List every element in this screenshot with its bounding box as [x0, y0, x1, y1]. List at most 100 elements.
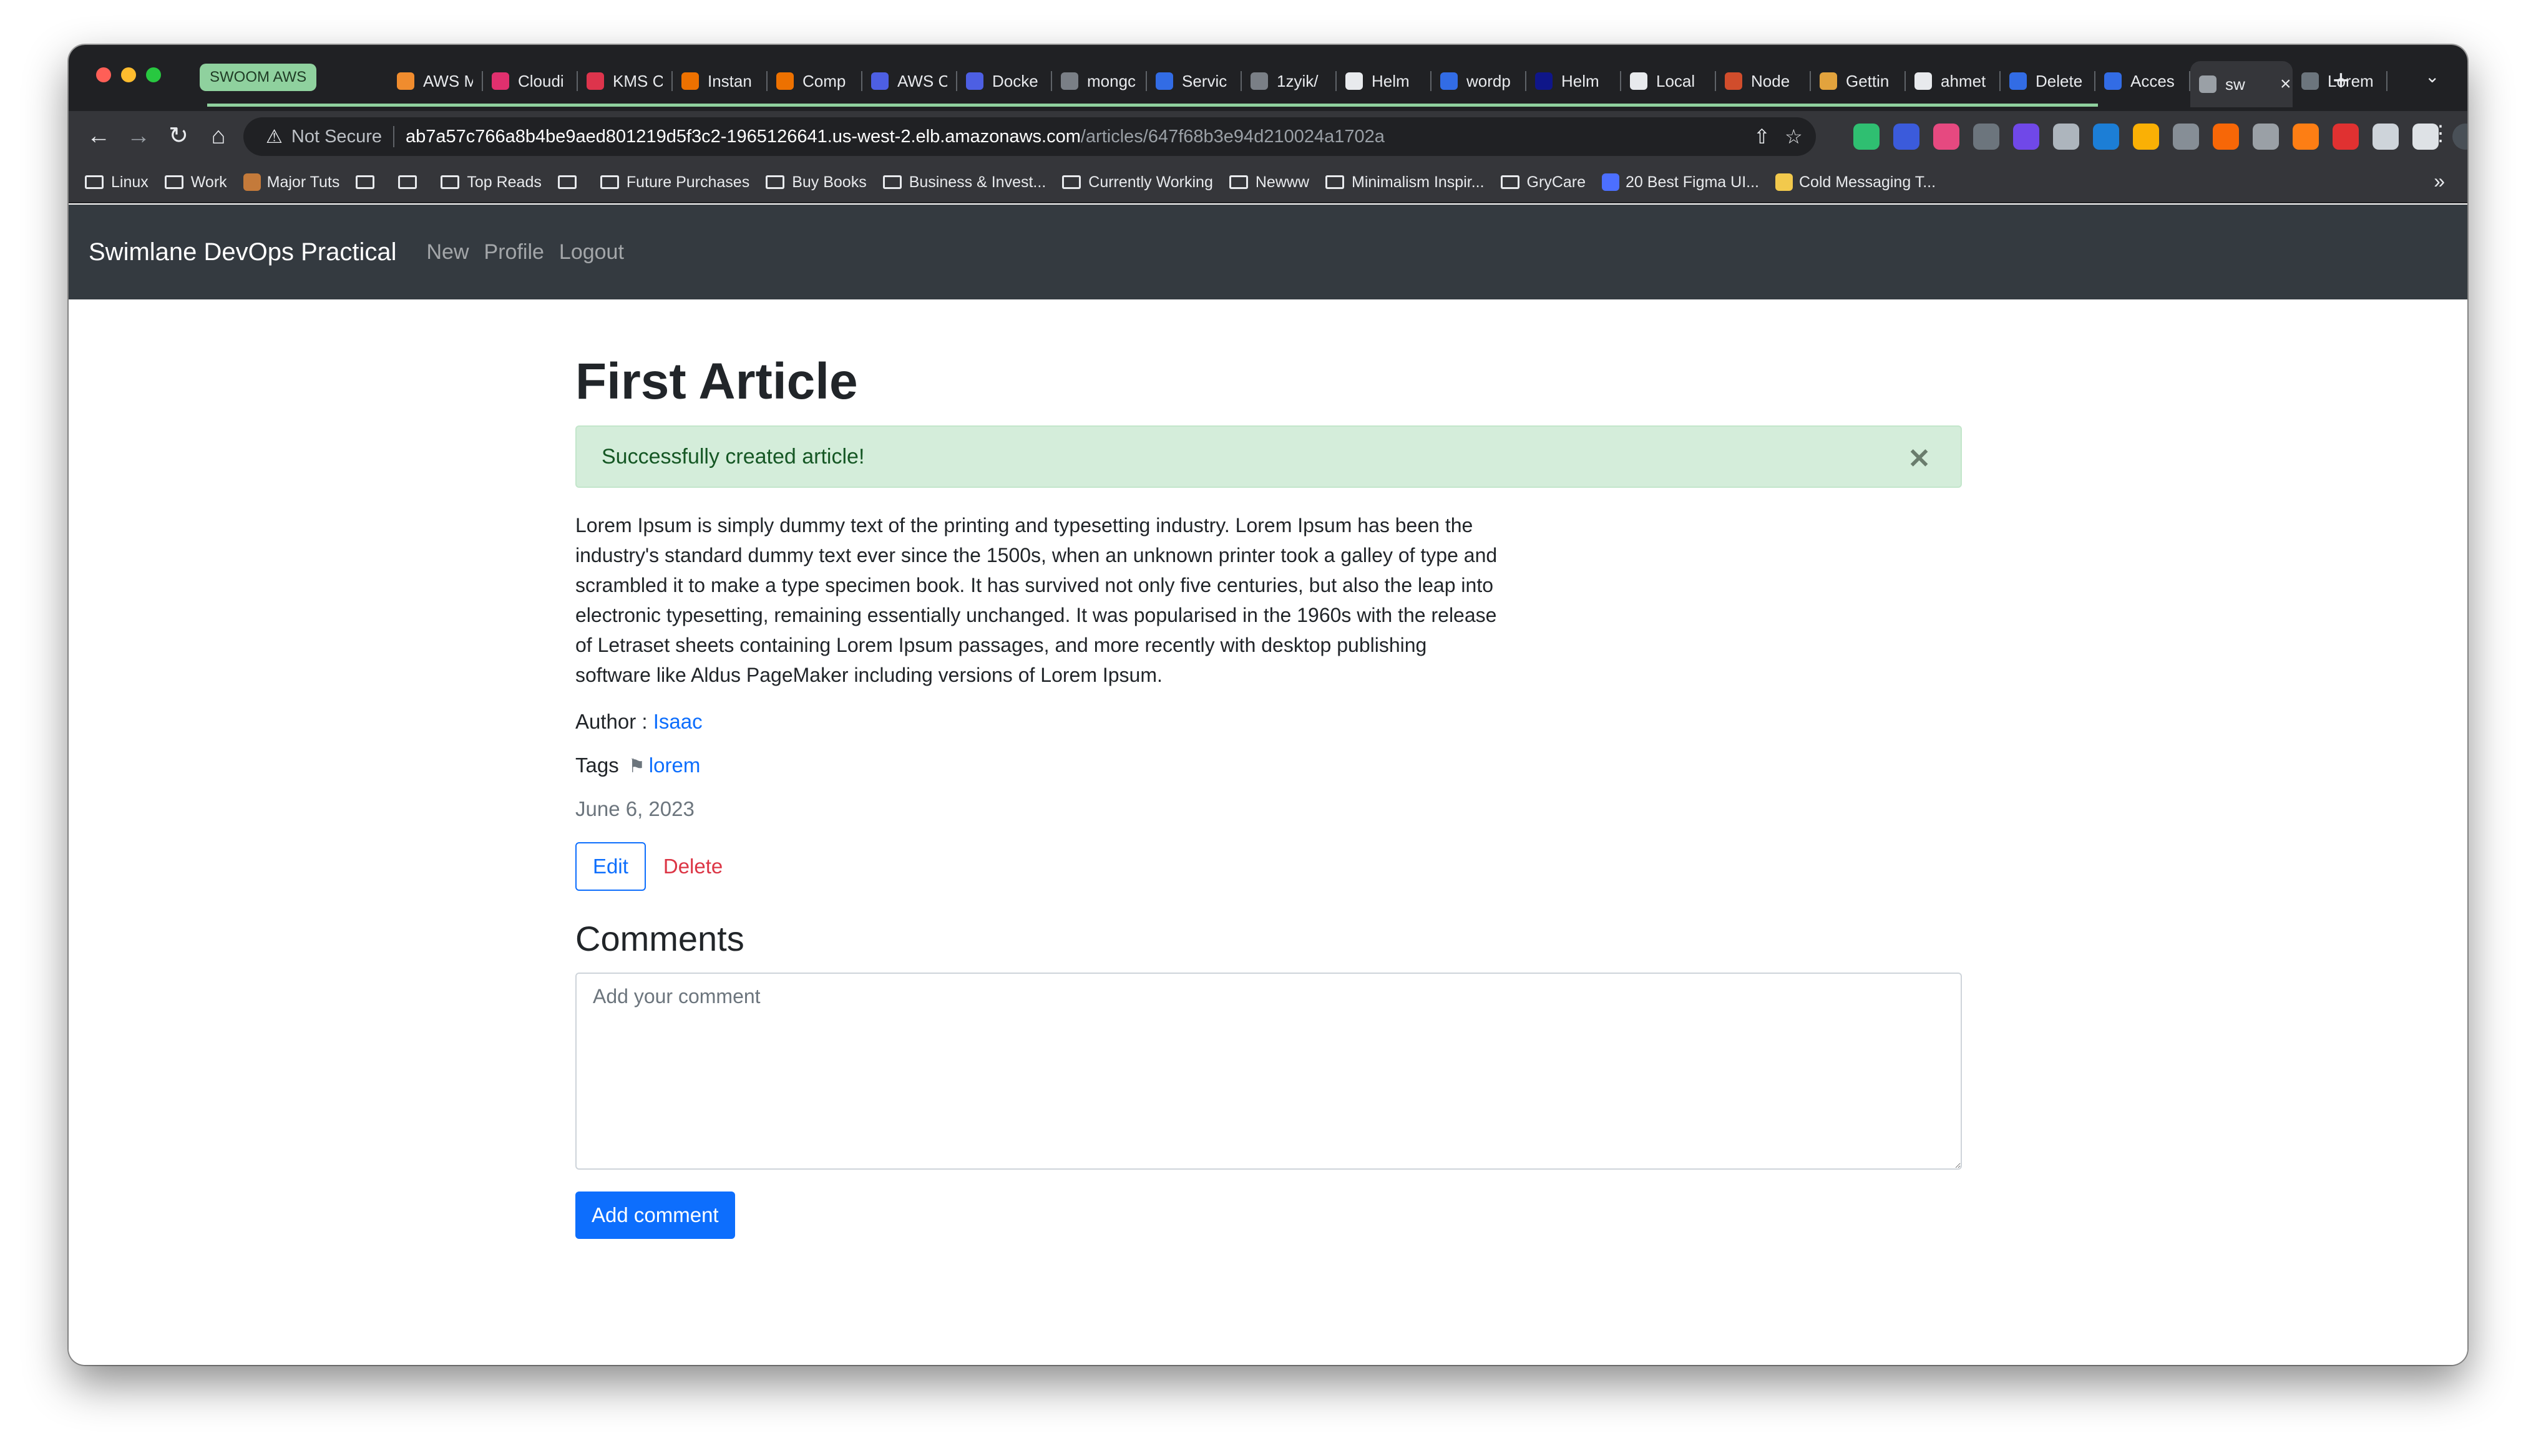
security-status-label[interactable]: Not Secure	[291, 127, 382, 147]
edit-button[interactable]: Edit	[575, 842, 646, 891]
extension-icon[interactable]	[2053, 124, 2079, 150]
extension-icon[interactable]	[2133, 124, 2159, 150]
tab-favicon-icon	[1820, 72, 1837, 90]
browser-tab[interactable]: 1zyik/	[1242, 61, 1337, 101]
browser-tab[interactable]: KMS C	[578, 61, 673, 101]
new-tab-button[interactable]: +	[2333, 62, 2349, 97]
browser-tab[interactable]: Helm	[1337, 61, 1431, 101]
browser-tab[interactable]: Local	[1621, 61, 1716, 101]
tab-group-chip[interactable]: SWOOM AWS	[200, 64, 317, 91]
tab-close-icon[interactable]: ×	[2280, 74, 2291, 95]
url-path[interactable]: /articles/647f68b3e94d210024a1702a	[1081, 127, 1385, 147]
extension-icon[interactable]	[1973, 124, 1999, 150]
url-host[interactable]: ab7a57c766a8b4be9aed801219d5f3c2-1965126…	[406, 127, 1081, 147]
author-link[interactable]: Isaac	[653, 710, 703, 733]
extension-icon[interactable]	[1853, 124, 1880, 150]
page-viewport: Swimlane DevOps Practical New Profile Lo…	[69, 205, 2467, 1365]
bookmark-item[interactable]: Linux	[85, 173, 149, 192]
back-arrow-icon[interactable]: ←	[82, 120, 115, 152]
bookmark-label: Major Tuts	[266, 173, 340, 191]
extension-icon[interactable]	[2093, 124, 2119, 150]
delete-button[interactable]: Delete	[663, 842, 723, 891]
browser-tab[interactable]: AWS M	[388, 61, 483, 101]
bookmarks-overflow-icon[interactable]: »	[2434, 170, 2445, 193]
browser-tab[interactable]: wordp	[1431, 61, 1526, 101]
tab-label: Docke	[992, 71, 1038, 90]
bookmark-label: Currently Working	[1088, 173, 1213, 191]
browser-tab[interactable]: Acces	[2095, 61, 2190, 101]
extension-icon[interactable]	[2013, 124, 2039, 150]
bookmark-item[interactable]	[398, 175, 424, 189]
puzzle-icon[interactable]	[2373, 124, 2399, 150]
profile-avatar-icon[interactable]	[2452, 124, 2467, 150]
bookmark-item[interactable]: Future Purchases	[600, 173, 749, 192]
window-minimize-button[interactable]	[121, 67, 136, 82]
folder-icon	[1500, 175, 1519, 189]
browser-tab[interactable]: AWS C	[862, 61, 957, 101]
browser-tab[interactable]: Gettin	[1811, 61, 1906, 101]
tab-label: Local	[1656, 71, 1695, 90]
browser-tab[interactable]: Docke	[957, 61, 1052, 101]
tab-search-chevron-icon[interactable]: ⌄	[2425, 66, 2439, 87]
bookmark-item[interactable]: 20 Best Figma UI...	[1602, 173, 1759, 192]
extension-icon[interactable]	[2173, 124, 2199, 150]
bookmark-item[interactable]	[356, 175, 382, 189]
browser-tab[interactable]: Node	[1716, 61, 1811, 101]
extension-icon[interactable]	[1933, 124, 1959, 150]
extension-icon[interactable]	[2333, 124, 2359, 150]
bookmark-item[interactable]: Work	[164, 173, 227, 192]
bookmark-item[interactable]: Currently Working	[1062, 173, 1213, 192]
browser-tab[interactable]: Comp	[768, 61, 862, 101]
tab-label: Servic	[1182, 71, 1227, 90]
address-bar[interactable]: ⚠ Not Secure ab7a57c766a8b4be9aed801219d…	[243, 117, 1816, 156]
bookmark-item[interactable]: Newww	[1229, 173, 1309, 192]
bookmark-label: 20 Best Figma UI...	[1626, 173, 1759, 191]
comment-input[interactable]	[575, 973, 1962, 1170]
nav-link-logout[interactable]: Logout	[559, 240, 624, 265]
add-comment-button[interactable]: Add comment	[575, 1191, 735, 1239]
tab-favicon-icon	[1251, 72, 1268, 90]
folder-icon	[398, 175, 417, 189]
forward-arrow-icon[interactable]: →	[122, 120, 155, 152]
bookmark-item[interactable]: Top Reads	[441, 173, 542, 192]
extension-icon[interactable]	[2213, 124, 2239, 150]
bookmark-item[interactable]: Minimalism Inspir...	[1325, 173, 1485, 192]
browser-tab[interactable]: sw ×	[2190, 61, 2293, 107]
warning-triangle-icon[interactable]: ⚠	[266, 126, 283, 148]
close-icon[interactable]: ✕	[1908, 443, 1931, 475]
bookmark-star-icon[interactable]: ☆	[1785, 125, 1803, 148]
bookmark-item[interactable]: Buy Books	[766, 173, 867, 192]
browser-tab[interactable]: Servic	[1147, 61, 1242, 101]
window-close-button[interactable]	[96, 67, 111, 82]
nav-link-new[interactable]: New	[427, 240, 469, 265]
browser-tab[interactable]: ahmet	[1906, 61, 2001, 101]
tab-label: Cloudi	[518, 71, 564, 90]
tab-label: Helm	[1561, 71, 1599, 90]
folder-icon	[882, 175, 902, 189]
bookmark-item[interactable]: Major Tuts	[243, 173, 340, 192]
bookmark-item[interactable]: Cold Messaging T...	[1775, 173, 1936, 192]
tag-link[interactable]: lorem	[649, 754, 701, 777]
bookmark-item[interactable]: GryCare	[1500, 173, 1586, 192]
browser-tab[interactable]: Delete	[2001, 61, 2095, 101]
window-maximize-button[interactable]	[146, 67, 161, 82]
bookmark-label: Cold Messaging T...	[1798, 173, 1936, 191]
tab-favicon-icon	[587, 72, 604, 90]
browser-menu-icon[interactable]: ⋮	[2430, 121, 2451, 146]
extension-icons	[1853, 124, 2467, 150]
share-icon[interactable]: ⇧	[1753, 125, 1770, 148]
bookmark-label: Buy Books	[792, 173, 867, 191]
browser-tab[interactable]: Instan	[673, 61, 768, 101]
site-brand[interactable]: Swimlane DevOps Practical	[89, 238, 397, 266]
extension-icon[interactable]	[2293, 124, 2319, 150]
browser-tab[interactable]: Helm	[1526, 61, 1621, 101]
browser-tab[interactable]: Cloudi	[483, 61, 578, 101]
bookmark-item[interactable]: Business & Invest...	[882, 173, 1046, 192]
bookmark-item[interactable]	[557, 175, 584, 189]
browser-tab[interactable]: mongc	[1052, 61, 1147, 101]
home-icon[interactable]: ⌂	[202, 120, 235, 152]
extension-icon[interactable]	[1893, 124, 1919, 150]
extension-icon[interactable]	[2253, 124, 2279, 150]
reload-icon[interactable]: ↻	[162, 120, 195, 152]
nav-link-profile[interactable]: Profile	[484, 240, 544, 265]
